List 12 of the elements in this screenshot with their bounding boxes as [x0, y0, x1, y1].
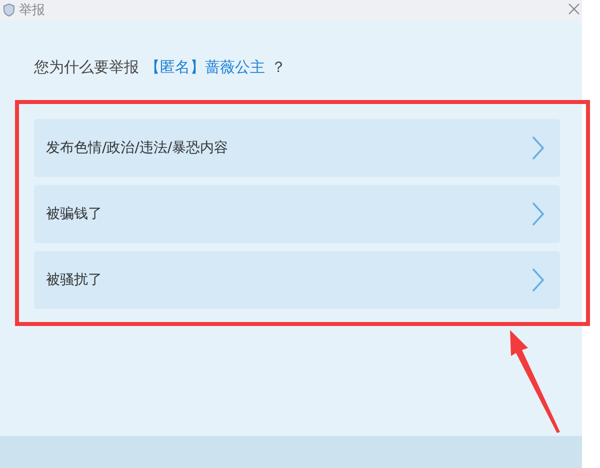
- user-name: 【匿名】蔷薇公主: [145, 58, 265, 77]
- shield-icon: [3, 3, 15, 17]
- report-option[interactable]: 被骗钱了: [34, 185, 560, 243]
- chevron-right-icon: [532, 136, 544, 160]
- close-icon[interactable]: [568, 3, 580, 15]
- question-text: 您为什么要举报: [34, 58, 139, 77]
- report-option[interactable]: 被骚扰了: [34, 251, 560, 309]
- report-option[interactable]: 发布色情/政治/违法/暴恐内容: [34, 119, 560, 177]
- question-mark: ？: [271, 58, 286, 77]
- window-title: 举报: [19, 4, 45, 16]
- chevron-right-icon: [532, 268, 544, 292]
- chevron-right-icon: [532, 202, 544, 226]
